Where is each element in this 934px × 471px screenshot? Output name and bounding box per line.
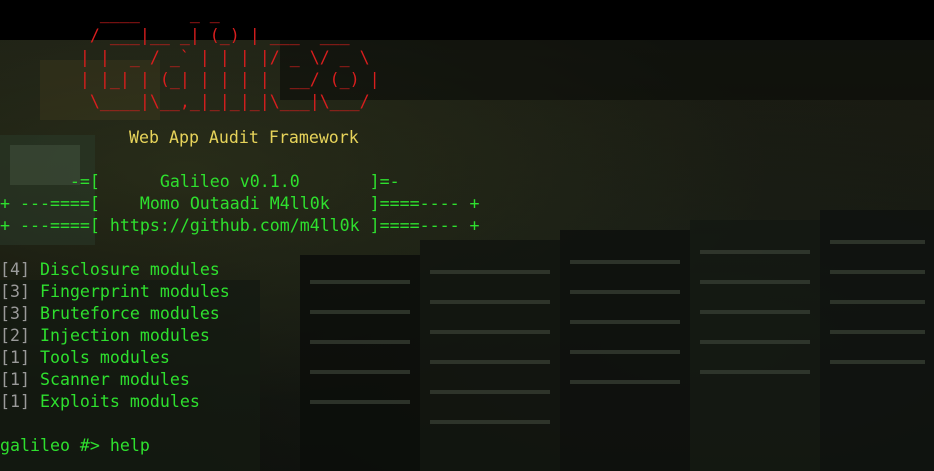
module-count: [3] [0, 282, 30, 301]
module-label: Exploits modules [29, 392, 200, 411]
module-count: [2] [0, 326, 30, 345]
info-line-author: + ---====[ Momo Outaadi M4ll0k ]====----… [0, 194, 480, 213]
list-item: [3] Bruteforce modules [0, 303, 220, 325]
list-item: [2] Injection modules [0, 325, 210, 347]
module-count: [4] [0, 260, 30, 279]
module-label: Tools modules [29, 348, 170, 367]
module-count: [1] [0, 348, 30, 367]
module-label: Bruteforce modules [29, 304, 220, 323]
banner-art-line: | |_| | (_| | | | | __/ (_) | [0, 70, 380, 89]
module-label: Fingerprint modules [29, 282, 230, 301]
list-item: [3] Fingerprint modules [0, 281, 230, 303]
list-item: [1] Exploits modules [0, 391, 200, 413]
module-label: Disclosure modules [29, 260, 220, 279]
banner-art-line: ____ _ _ [0, 4, 220, 23]
module-count: [3] [0, 304, 30, 323]
info-line-version: -=[ Galileo v0.1.0 ]=- [0, 172, 400, 191]
banner-art-line: / ___|__ _| (_) | ___ ___ [0, 26, 350, 45]
module-count: [1] [0, 392, 30, 411]
info-line-url: + ---====[ https://github.com/m4ll0k ]==… [0, 216, 480, 235]
terminal-window: ____ _ _ / ___|__ _| (_) | ___ ___ | | _… [0, 0, 934, 471]
banner-art-line: \____|\__,_|_|_|_|\___|\___/ [0, 92, 370, 111]
banner-art-line: | | _ / _` | | | |/ _ \/ _ \ [0, 48, 370, 67]
list-item: [1] Scanner modules [0, 369, 190, 391]
module-label: Scanner modules [29, 370, 190, 389]
terminal-output: ____ _ _ / ___|__ _| (_) | ___ ___ | | _… [0, 0, 934, 471]
list-item: [4] Disclosure modules [0, 259, 220, 281]
banner-subtitle: Web App Audit Framework [129, 128, 359, 147]
list-item: [1] Tools modules [0, 347, 170, 369]
module-count: [1] [0, 370, 30, 389]
module-label: Injection modules [29, 326, 210, 345]
command-prompt[interactable]: galileo #> help [0, 435, 150, 457]
